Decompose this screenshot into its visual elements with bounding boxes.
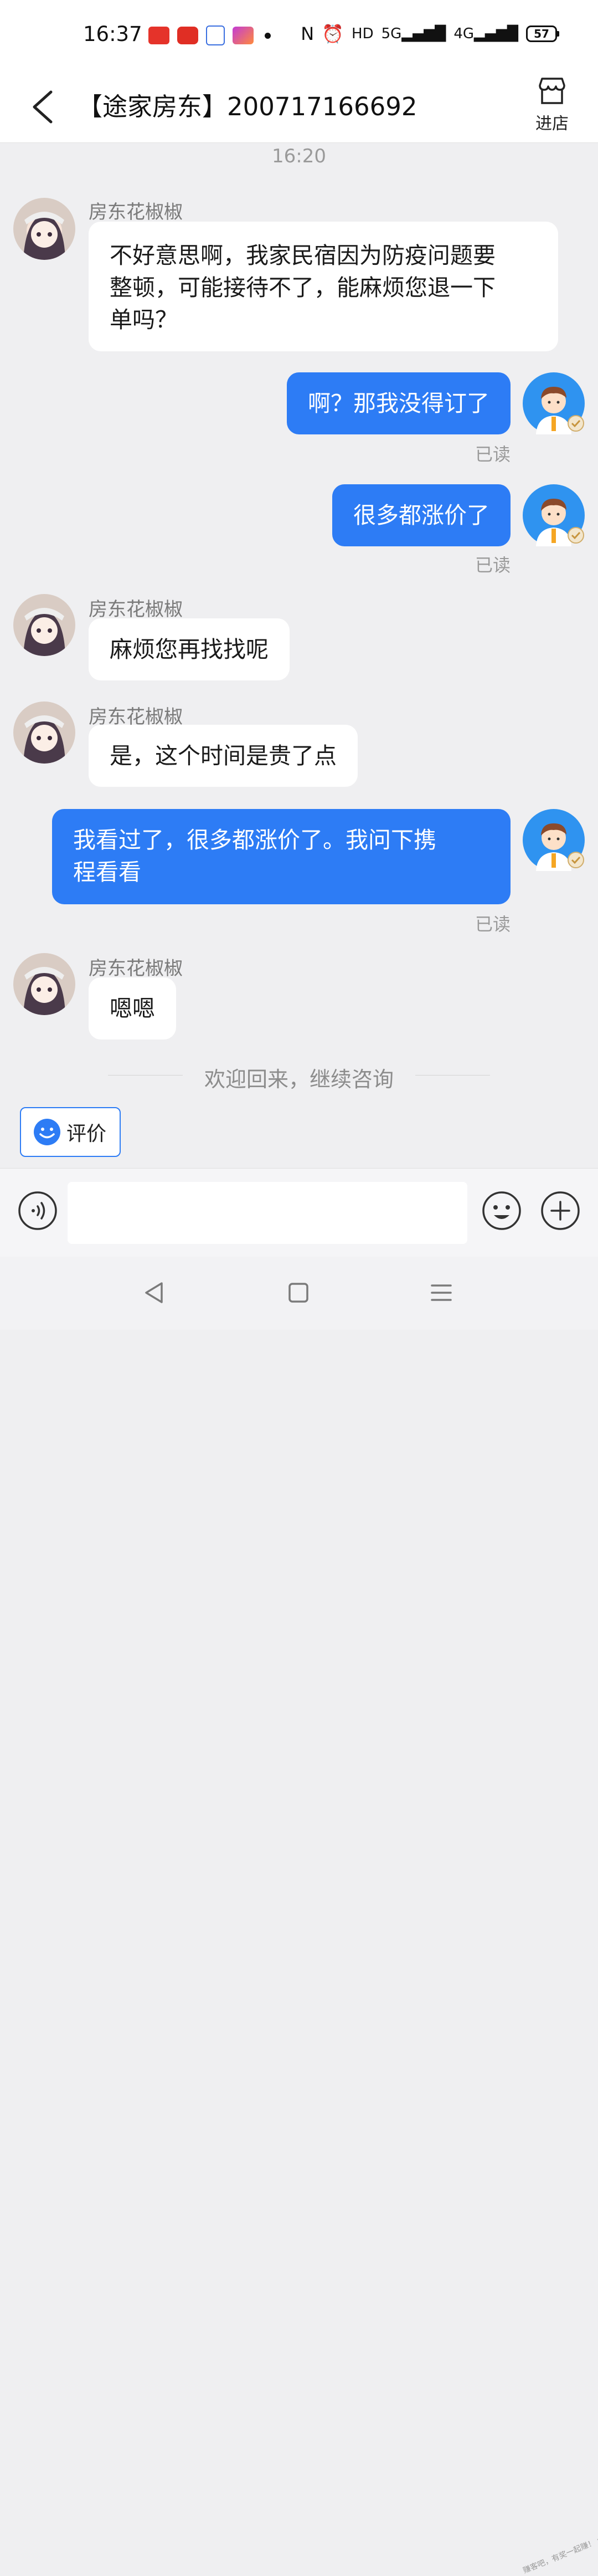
back-button[interactable] <box>28 88 61 126</box>
pinduoduo-app-icon <box>177 27 198 44</box>
rate-label: 评价 <box>66 1123 107 1145</box>
session-divider: 欢迎回来，继续咨询 <box>0 1061 598 1092</box>
message-input[interactable] <box>68 1182 467 1244</box>
divider-text: 欢迎回来，继续咨询 <box>204 1067 394 1092</box>
message-line: 单吗？ <box>110 306 178 333</box>
message-bubble: 麻烦您再找找呢 <box>89 618 290 680</box>
message-text: 是，这个时间是贵了点 <box>110 742 337 769</box>
message-line: 整顿，可能接待不了，能麻烦您退一下 <box>110 274 496 301</box>
toutiao-app-icon <box>148 27 169 44</box>
enter-store-button[interactable]: 进店 <box>527 75 577 134</box>
message-bubble: 啊？那我没得订了 <box>287 372 511 434</box>
rate-button[interactable]: 评价 <box>20 1107 121 1157</box>
read-receipt: 已读 <box>475 914 511 935</box>
status-time: 16:37 <box>83 22 142 46</box>
signal-icon: ▂▄▆█ <box>474 25 518 42</box>
message-text: 麻烦您再找找呢 <box>110 636 269 663</box>
voice-button[interactable] <box>18 1191 58 1231</box>
message-line: 不好意思啊，我家民宿因为防疫问题要 <box>110 242 496 269</box>
landlord-avatar[interactable] <box>13 198 75 260</box>
message-bubble: 不好意思啊，我家民宿因为防疫问题要 整顿，可能接待不了，能麻烦您退一下 单吗？ <box>89 222 558 351</box>
voice-icon <box>18 1191 57 1230</box>
nav-back-button[interactable] <box>141 1279 168 1307</box>
watermark: 赚客吧，有奖一起赚！ www.zuanke8.com <box>522 2510 598 2575</box>
hd-indicator: HD <box>352 25 374 42</box>
sender-name: 房东花椒椒 <box>89 598 183 621</box>
input-bar <box>0 1168 598 1257</box>
landlord-avatar[interactable] <box>13 953 75 1015</box>
landlord-avatar[interactable] <box>13 594 75 656</box>
4g-indicator: 4G▂▄▆█ <box>453 25 518 42</box>
square-home-icon <box>288 1283 308 1303</box>
store-icon <box>539 78 565 104</box>
notification-icons <box>148 25 271 45</box>
chevron-left-icon <box>33 90 53 124</box>
status-bar: 16:37 N ⏰ HD 5G▂▄▆█ 4G▂▄▆█ 57 <box>0 0 598 72</box>
verified-badge-icon <box>568 527 584 544</box>
sender-name: 房东花椒椒 <box>89 957 183 980</box>
user-avatar[interactable] <box>523 484 585 546</box>
battery-level: 57 <box>526 25 557 42</box>
message-bubble: 很多都涨价了 <box>332 484 511 546</box>
message-text: 很多都涨价了 <box>353 502 489 529</box>
landlord-avatar[interactable] <box>13 701 75 764</box>
emoji-icon <box>482 1191 521 1230</box>
triangle-back-icon <box>145 1282 163 1303</box>
more-button[interactable] <box>540 1191 580 1231</box>
user-avatar[interactable] <box>523 809 585 871</box>
nav-home-button[interactable] <box>285 1279 312 1307</box>
system-indicators: N ⏰ HD 5G▂▄▆█ 4G▂▄▆█ 57 <box>301 23 559 44</box>
message-bubble: 是，这个时间是贵了点 <box>89 725 358 787</box>
battery-icon: 57 <box>526 25 559 42</box>
nav-menu-button[interactable] <box>427 1279 455 1307</box>
message-text: 啊？那我没得订了 <box>308 390 489 417</box>
read-receipt: 已读 <box>475 444 511 465</box>
nfc-icon: N <box>301 23 315 44</box>
sender-name: 房东花椒椒 <box>89 201 183 223</box>
emoji-button[interactable] <box>482 1191 522 1231</box>
more-notifications-icon <box>265 32 271 39</box>
smiley-icon <box>34 1119 60 1145</box>
read-receipt: 已读 <box>475 555 511 576</box>
verified-badge-icon <box>568 415 584 432</box>
signal-icon: ▂▄▆█ <box>401 25 446 42</box>
plus-icon <box>541 1191 580 1230</box>
message-line: 程看看 <box>73 859 141 885</box>
message-text: 嗯嗯 <box>110 995 155 1022</box>
alarm-icon: ⏰ <box>322 23 344 44</box>
message-bubble: 我看过了，很多都涨价了。我问下携 程看看 <box>52 809 511 904</box>
user-avatar[interactable] <box>523 372 585 434</box>
chat-timestamp: 16:20 <box>272 145 326 167</box>
menu-lines-icon <box>431 1284 452 1301</box>
message-bubble: 嗯嗯 <box>89 977 176 1039</box>
message-line: 我看过了，很多都涨价了。我问下携 <box>73 827 436 853</box>
store-label: 进店 <box>535 114 569 134</box>
system-nav-bar: 赚客吧，有奖一起赚！ www.zuanke8.com <box>0 1257 598 2575</box>
verified-badge-icon <box>568 852 584 868</box>
bank-app-icon <box>233 27 254 44</box>
page-title: 【途家房东】200717166692 <box>78 92 417 121</box>
alipay-app-icon <box>206 25 225 45</box>
chat-header: 【途家房东】200717166692 进店 <box>0 72 598 143</box>
5g-indicator: 5G▂▄▆█ <box>381 25 446 42</box>
